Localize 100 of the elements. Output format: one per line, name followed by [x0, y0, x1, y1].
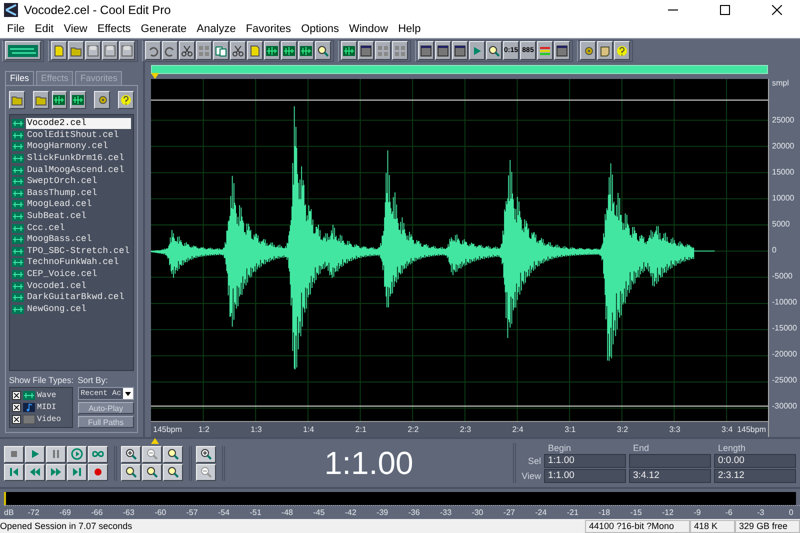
toolbar-button[interactable] [486, 41, 502, 60]
open-button[interactable] [9, 91, 25, 109]
settings-button[interactable] [94, 91, 110, 109]
transport-button[interactable] [67, 446, 87, 462]
column-header: Length [717, 443, 747, 453]
session-entry[interactable]: DarkGuitarBkwd.cel [26, 292, 126, 304]
time-field[interactable]: 1:1.00 [544, 469, 626, 483]
transport-button[interactable] [4, 464, 24, 480]
zoom-button[interactable] [121, 464, 141, 480]
session-entry[interactable]: MoogLead.cel [26, 199, 93, 210]
checkbox[interactable] [12, 403, 21, 412]
session-entry[interactable]: BassThump.cel [26, 188, 98, 199]
session-entry[interactable]: SweptOrch.cel [26, 176, 98, 188]
session-entry[interactable]: TechnoFunkWah.cel [26, 257, 120, 268]
time-field[interactable]: 0:0.00 [714, 454, 796, 468]
menu-item[interactable]: View [58, 23, 92, 35]
transport-button[interactable] [88, 446, 108, 462]
menu-item[interactable]: Analyze [192, 23, 241, 35]
toolbar-button[interactable] [341, 41, 357, 60]
menu-item[interactable]: Window [344, 23, 394, 35]
session-entry[interactable]: NewGong.cel [26, 304, 88, 315]
menu-item[interactable]: Generate [136, 23, 192, 35]
waveform-icon [12, 212, 24, 222]
toolbar-button[interactable] [68, 41, 84, 60]
toolbar-button[interactable] [315, 41, 331, 60]
transport-button[interactable] [67, 464, 87, 480]
session-entry[interactable]: Vocode1.cel [26, 280, 88, 292]
toolbar-button[interactable] [435, 41, 451, 60]
panel-tab[interactable]: Files [5, 71, 34, 85]
toolbar-button[interactable] [85, 41, 101, 60]
time-field[interactable]: 3:4.12 [629, 469, 711, 483]
session-entry[interactable]: TPO_SBC-Stretch.cel [26, 246, 131, 257]
menu-item[interactable]: Favorites [240, 23, 296, 35]
menu-item[interactable]: Edit [30, 23, 59, 35]
transport-button[interactable] [25, 464, 45, 480]
session-entry[interactable]: CoolEditShout.cel [26, 130, 120, 141]
transport-button[interactable] [4, 446, 24, 462]
checkbox[interactable] [12, 415, 21, 424]
toolbar-button[interactable] [392, 41, 408, 60]
menu-item[interactable]: File [2, 23, 30, 35]
transport-button[interactable] [88, 464, 108, 480]
toolbar-button[interactable] [196, 41, 212, 60]
status-cell: 329 GB free [735, 520, 800, 532]
toolbar-button[interactable] [418, 41, 434, 60]
session-entry[interactable]: MoogBass.cel [26, 234, 93, 246]
checkbox[interactable] [12, 391, 21, 400]
help-button[interactable] [118, 91, 134, 109]
zoom-button[interactable] [163, 446, 183, 462]
session-entry[interactable]: DualMoogAscend.cel [26, 164, 126, 176]
zoom-button[interactable] [196, 464, 216, 480]
time-field[interactable] [629, 454, 711, 468]
toolbar-button[interactable] [162, 41, 178, 60]
zoom-button[interactable] [142, 464, 162, 480]
tick-label: -72 [28, 508, 40, 517]
transport-button[interactable] [46, 464, 66, 480]
time-field[interactable]: 1:1.00 [544, 454, 626, 468]
toolbar-button[interactable] [213, 41, 229, 60]
insert-button[interactable] [52, 91, 68, 109]
toolbar-button[interactable] [247, 41, 263, 60]
insert-button[interactable] [70, 91, 86, 109]
toolbar-button[interactable] [375, 41, 391, 60]
zoom-button[interactable] [142, 446, 162, 462]
toolbar-button[interactable] [230, 41, 246, 60]
session-entry[interactable]: Vocode2.cel [26, 118, 131, 130]
folder-icon [10, 94, 23, 106]
zoom-button[interactable] [121, 446, 141, 462]
tick-label: -33 [440, 508, 452, 517]
toolbar-button[interactable] [537, 41, 553, 60]
session-entry[interactable]: CEP_Voice.cel [26, 269, 98, 280]
toolbar-button[interactable] [281, 41, 297, 60]
toolbar-button[interactable] [452, 41, 468, 60]
menu-item[interactable]: Effects [92, 23, 136, 35]
play-circle-icon [71, 448, 83, 460]
transport-button[interactable] [25, 446, 45, 462]
toolbar-button[interactable] [469, 41, 485, 60]
session-entry[interactable]: SlickFunkDrm16.cel [26, 153, 126, 164]
toolbar-button[interactable] [179, 41, 195, 60]
close-file-button[interactable] [33, 91, 49, 109]
menu-item[interactable]: Help [393, 23, 426, 35]
end-marker-icon[interactable] [151, 438, 159, 444]
toolbar-button[interactable] [145, 41, 161, 60]
toolbar-button[interactable] [51, 41, 67, 60]
toolbar-button[interactable] [358, 41, 374, 60]
session-entry[interactable]: SubBeat.cel [26, 211, 88, 222]
toolbar-button[interactable] [554, 41, 570, 60]
session-entry[interactable]: Ccc.cel [26, 222, 66, 234]
toolbar-button[interactable] [102, 41, 118, 60]
session-entry[interactable]: MoogHarmony.cel [26, 141, 110, 152]
toolbar-button[interactable] [264, 41, 280, 60]
time-field[interactable]: 2:3.12 [714, 469, 796, 483]
zoom-button[interactable] [196, 446, 216, 462]
transport-button[interactable] [46, 446, 66, 462]
toolbar-button[interactable] [580, 41, 596, 60]
toolbar-button[interactable] [119, 41, 135, 60]
toolbar-button[interactable] [614, 41, 630, 60]
toolbar-button[interactable] [298, 41, 314, 60]
zoom-button[interactable] [163, 464, 183, 480]
waveform-icon [72, 94, 84, 106]
toolbar-button[interactable] [597, 41, 613, 60]
menu-item[interactable]: Options [296, 23, 344, 35]
